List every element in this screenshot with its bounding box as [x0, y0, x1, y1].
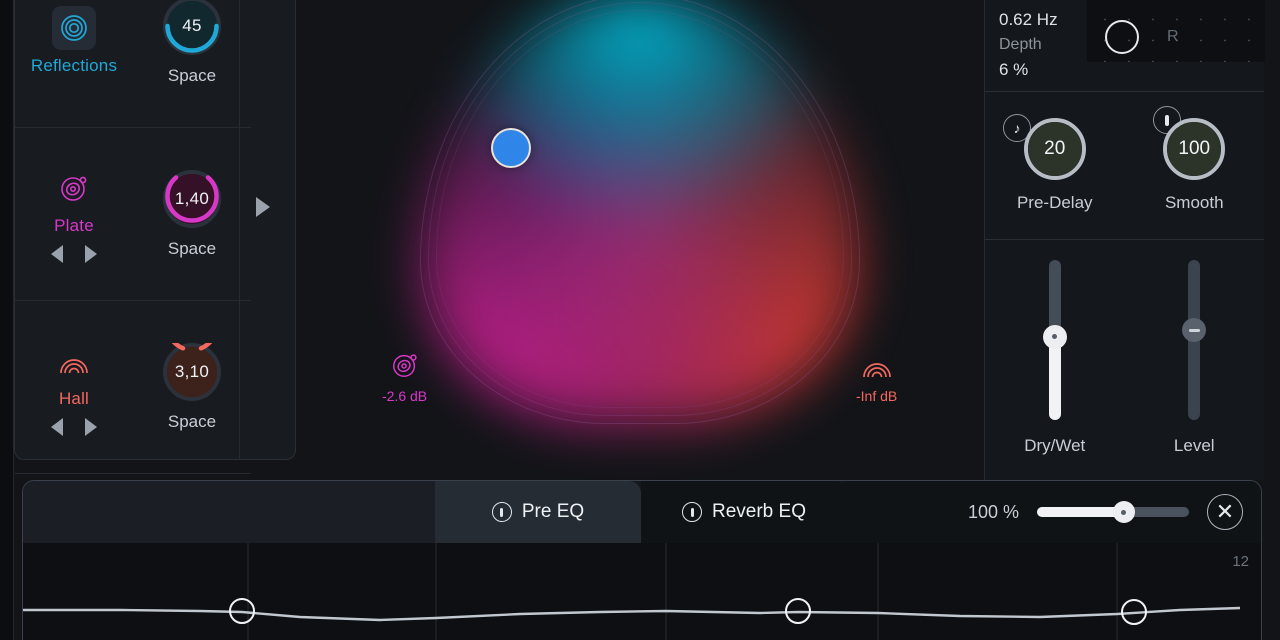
predelay-smooth-section: ♪ 20 Pre-Delay 100 Smooth — [985, 92, 1264, 240]
reflections-icon-box[interactable] — [52, 6, 96, 50]
tab-pre-eq-label: Pre EQ — [521, 501, 585, 522]
xy-pad-handle[interactable] — [1105, 20, 1139, 54]
sidebar-label-plate: Plate — [54, 215, 94, 235]
dry-wet-caption: Dry/Wet — [1024, 436, 1086, 455]
eq-axis-label-12: 12 — [1232, 553, 1249, 570]
sidebar-row-reflections[interactable]: Reflections 45 Space — [15, 0, 251, 128]
hall-next-arrow[interactable] — [85, 417, 97, 436]
hall-icon — [862, 363, 891, 378]
eq-panel: Pre EQ Reverb EQ 100 % ✕ 12 — [22, 480, 1262, 640]
eq-response-graph[interactable]: 12 6 — [23, 543, 1261, 640]
tab-reverb-eq-label: Reverb EQ — [712, 501, 806, 522]
dry-wet-cell: Dry/Wet — [985, 240, 1125, 476]
level-slider-thumb[interactable] — [1182, 318, 1207, 343]
pad-corner-plate: -2.6 dB — [382, 350, 427, 404]
level-cell: Level — [1125, 240, 1265, 476]
xy-pad-right-marker: R — [1167, 28, 1179, 45]
space-knob-reflections[interactable]: 45 — [163, 0, 221, 55]
eq-mix-slider-thumb[interactable] — [1112, 501, 1135, 523]
close-glyph: ✕ — [1215, 499, 1235, 524]
tab-reverb-eq[interactable]: Reverb EQ — [641, 481, 847, 543]
eq-curve-svg — [23, 543, 1241, 640]
space-knob-caption-reflections: Space — [167, 65, 217, 85]
plate-icon — [392, 354, 417, 377]
depth-label: Depth — [999, 36, 1042, 53]
power-icon[interactable] — [491, 502, 512, 522]
space-knob-plate[interactable]: 1,40 — [163, 169, 221, 228]
reverb-modes-sidebar: Reflections 45 Space Plate 1,40 Space Ha… — [14, 0, 296, 474]
pad-left-db-label: -2.6 dB — [382, 388, 428, 404]
blend-pad-handle[interactable] — [491, 128, 531, 168]
pad-right-db-label: -Inf dB — [856, 388, 898, 404]
modulation-section: Rate 0.62 Hz Depth 6 % R — [985, 0, 1265, 92]
eq-mix-slider[interactable] — [1037, 501, 1189, 523]
output-sliders-section: Dry/Wet Level — [985, 240, 1264, 476]
sidebar-row-hall[interactable]: Hall 3,10 Space — [15, 301, 251, 474]
right-controls-panel: Rate 0.62 Hz Depth 6 % R ♪ 20 Pre-Delay — [984, 0, 1265, 480]
close-icon[interactable]: ✕ — [1207, 494, 1243, 530]
plate-icon-box[interactable] — [52, 166, 96, 210]
eq-toolbar-left-slot — [23, 481, 435, 543]
reverb-plugin-window: Reflections 45 Space Plate 1,40 Space Ha… — [0, 0, 1280, 640]
smooth-value: 100 — [1178, 138, 1211, 159]
tab-pre-eq[interactable]: Pre EQ — [435, 481, 641, 543]
sidebar-label-hall: Hall — [58, 388, 90, 408]
eq-node-handle[interactable] — [785, 598, 811, 624]
pre-delay-value: 20 — [1044, 138, 1066, 159]
space-knob-hall[interactable]: 3,10 — [163, 342, 221, 401]
dry-wet-slider-thumb[interactable] — [1042, 324, 1067, 349]
space-knob-value-reflections: 45 — [182, 15, 202, 35]
smooth-cell: 100 Smooth — [1125, 92, 1265, 239]
pre-delay-caption: Pre-Delay — [1016, 193, 1093, 212]
eq-node-handle[interactable] — [1121, 599, 1147, 625]
space-knob-caption-hall: Space — [167, 411, 217, 431]
left-edge-rail — [0, 0, 14, 640]
level-slider[interactable] — [1182, 260, 1207, 420]
hall-prev-arrow[interactable] — [51, 417, 63, 436]
level-caption: Level — [1173, 436, 1215, 455]
reverb-blend-pad[interactable]: -8.4 dB -2.6 dB -Inf dB — [296, 0, 984, 480]
eq-toolbar-right: 100 % ✕ — [843, 481, 1261, 543]
eq-gridlines — [247, 543, 1118, 640]
dry-wet-slider[interactable] — [1042, 260, 1067, 420]
plate-prev-arrow[interactable] — [51, 244, 63, 263]
blend-gradient-visual: -8.4 dB — [360, 0, 920, 474]
space-knob-value-hall: 3,10 — [174, 361, 210, 381]
hall-icon-box[interactable] — [52, 339, 96, 383]
power-icon[interactable] — [682, 502, 702, 522]
sidebar-label-reflections: Reflections — [30, 56, 118, 75]
rate-value[interactable]: 0.62 Hz — [999, 7, 1058, 32]
rate-label: Rate — [999, 0, 1058, 7]
pre-delay-knob[interactable]: 20 — [1023, 118, 1086, 180]
space-knob-caption-plate: Space — [167, 238, 217, 258]
expand-panel-arrow-icon — [255, 197, 270, 217]
modulation-xy-pad[interactable]: R — [1087, 0, 1265, 62]
plate-icon — [61, 176, 87, 201]
depth-value[interactable]: 6 % — [999, 57, 1058, 82]
hall-icon — [60, 358, 88, 373]
modulation-readout: Rate 0.62 Hz Depth 6 % — [999, 0, 1058, 82]
sidebar-row-plate[interactable]: Plate 1,40 Space — [15, 128, 251, 301]
eq-node-handle[interactable] — [229, 598, 255, 624]
space-knob-value-plate: 1,40 — [174, 188, 210, 208]
expand-panel-button[interactable] — [239, 0, 285, 459]
eq-curve-line — [23, 606, 1241, 622]
predelay-cell: ♪ 20 Pre-Delay — [985, 92, 1125, 239]
smooth-knob[interactable]: 100 — [1163, 118, 1226, 180]
eq-mix-value: 100 % — [967, 501, 1019, 522]
pad-corner-hall: -Inf dB — [856, 350, 897, 404]
plate-next-arrow[interactable] — [85, 244, 97, 263]
smooth-caption: Smooth — [1164, 193, 1224, 212]
eq-toolbar: Pre EQ Reverb EQ 100 % ✕ — [23, 481, 1261, 543]
reflections-icon — [61, 15, 87, 41]
